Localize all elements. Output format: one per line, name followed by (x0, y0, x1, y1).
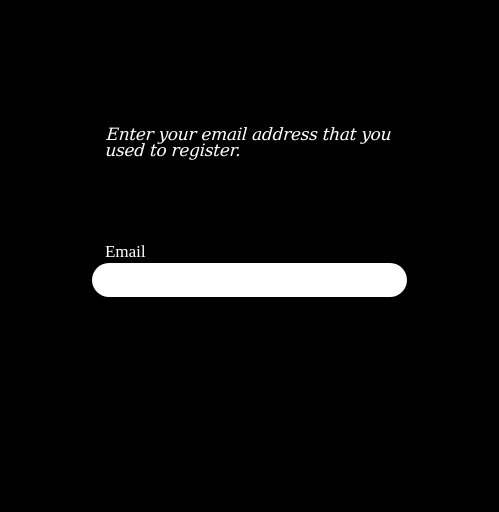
instructions-text: Enter your email address that you used t… (104, 125, 392, 161)
email-field[interactable] (92, 263, 407, 297)
email-label: Email (105, 242, 146, 261)
forgot-password-screen: Enter your email address that you used t… (0, 0, 499, 512)
